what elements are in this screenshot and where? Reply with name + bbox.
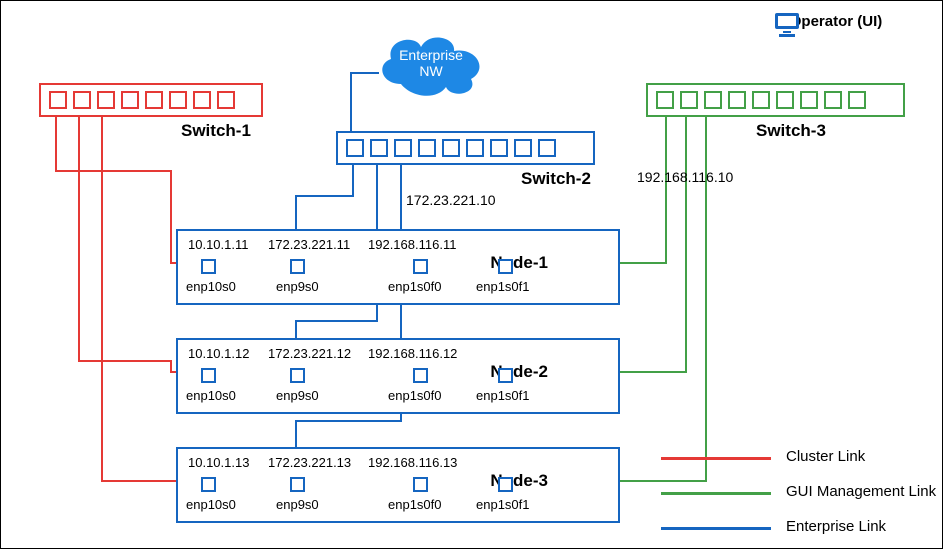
node2-if2-port bbox=[290, 368, 305, 383]
switch3-port bbox=[704, 91, 722, 109]
node2-if4-name: enp1s0f1 bbox=[476, 388, 530, 403]
legend-cluster-line bbox=[661, 457, 771, 460]
switch1-port bbox=[73, 91, 91, 109]
switch2-port bbox=[370, 139, 388, 157]
switch1-port bbox=[169, 91, 187, 109]
node2-if2-name: enp9s0 bbox=[276, 388, 319, 403]
switch2-port bbox=[538, 139, 556, 157]
node1-if2-name: enp9s0 bbox=[276, 279, 319, 294]
switch3-port bbox=[656, 91, 674, 109]
switch3-port bbox=[680, 91, 698, 109]
switch1-port bbox=[217, 91, 235, 109]
node2-if3-ip: 192.168.116.12 bbox=[368, 346, 457, 361]
node3-if1-name: enp10s0 bbox=[186, 497, 236, 512]
node2-if1-ip: 10.10.1.12 bbox=[188, 346, 249, 361]
switch1-port bbox=[49, 91, 67, 109]
switch-3-ip: 192.168.116.10 bbox=[637, 169, 733, 185]
switch3-port bbox=[800, 91, 818, 109]
node-2: Node-2 10.10.1.12 enp10s0 172.23.221.12 … bbox=[176, 338, 620, 414]
node-3: Node-3 10.10.1.13 enp10s0 172.23.221.13 … bbox=[176, 447, 620, 523]
node3-if3-name: enp1s0f0 bbox=[388, 497, 442, 512]
switch1-port bbox=[145, 91, 163, 109]
switch-1-label: Switch-1 bbox=[181, 121, 251, 141]
node3-if3-port bbox=[413, 477, 428, 492]
node3-if1-ip: 10.10.1.13 bbox=[188, 455, 249, 470]
node3-if3-ip: 192.168.116.13 bbox=[368, 455, 457, 470]
legend-cluster-text: Cluster Link bbox=[786, 448, 865, 465]
operator-label: Operator (UI) bbox=[771, 13, 901, 30]
switch2-port bbox=[442, 139, 460, 157]
switch-3 bbox=[646, 83, 905, 117]
switch2-port bbox=[394, 139, 412, 157]
node3-if2-name: enp9s0 bbox=[276, 497, 319, 512]
switch2-port bbox=[514, 139, 532, 157]
switch3-port bbox=[752, 91, 770, 109]
node1-if3-port bbox=[413, 259, 428, 274]
node2-if4-port bbox=[498, 368, 513, 383]
switch2-port bbox=[466, 139, 484, 157]
switch1-port bbox=[121, 91, 139, 109]
node3-if1-port bbox=[201, 477, 216, 492]
node1-if1-ip: 10.10.1.11 bbox=[188, 237, 248, 252]
legend-enterprise-text: Enterprise Link bbox=[786, 518, 886, 535]
switch3-port bbox=[824, 91, 842, 109]
node3-if4-port bbox=[498, 477, 513, 492]
node2-if1-port bbox=[201, 368, 216, 383]
enterprise-network-cloud: EnterpriseNW bbox=[371, 29, 491, 99]
switch3-port bbox=[776, 91, 794, 109]
switch3-port bbox=[728, 91, 746, 109]
switch3-port bbox=[848, 91, 866, 109]
node2-if2-ip: 172.23.221.12 bbox=[268, 346, 351, 361]
node1-if2-port bbox=[290, 259, 305, 274]
node3-if2-port bbox=[290, 477, 305, 492]
cloud-label: EnterpriseNW bbox=[371, 47, 491, 79]
node1-if4-port bbox=[498, 259, 513, 274]
node1-if1-port bbox=[201, 259, 216, 274]
switch-1 bbox=[39, 83, 263, 117]
node1-if3-ip: 192.168.116.11 bbox=[368, 237, 456, 252]
operator-ui: Operator (UI) bbox=[771, 11, 901, 30]
node2-if1-name: enp10s0 bbox=[186, 388, 236, 403]
switch2-port bbox=[490, 139, 508, 157]
node3-if4-name: enp1s0f1 bbox=[476, 497, 530, 512]
switch-2 bbox=[336, 131, 595, 165]
node1-if3-name: enp1s0f0 bbox=[388, 279, 442, 294]
node1-if4-name: enp1s0f1 bbox=[476, 279, 530, 294]
switch1-port bbox=[193, 91, 211, 109]
switch2-port bbox=[346, 139, 364, 157]
legend-gui-line bbox=[661, 492, 771, 495]
node2-if3-name: enp1s0f0 bbox=[388, 388, 442, 403]
node3-if2-ip: 172.23.221.13 bbox=[268, 455, 351, 470]
switch-2-ip: 172.23.221.10 bbox=[406, 192, 496, 208]
node-1: Node-1 10.10.1.11 enp10s0 172.23.221.11 … bbox=[176, 229, 620, 305]
node1-if1-name: enp10s0 bbox=[186, 279, 236, 294]
switch-3-label: Switch-3 bbox=[756, 121, 826, 141]
legend-gui-text: GUI Management Link bbox=[786, 483, 936, 500]
switch2-port bbox=[418, 139, 436, 157]
node2-if3-port bbox=[413, 368, 428, 383]
node1-if2-ip: 172.23.221.11 bbox=[268, 237, 350, 252]
switch1-port bbox=[97, 91, 115, 109]
switch-2-label: Switch-2 bbox=[521, 169, 591, 189]
legend-enterprise-line bbox=[661, 527, 771, 530]
